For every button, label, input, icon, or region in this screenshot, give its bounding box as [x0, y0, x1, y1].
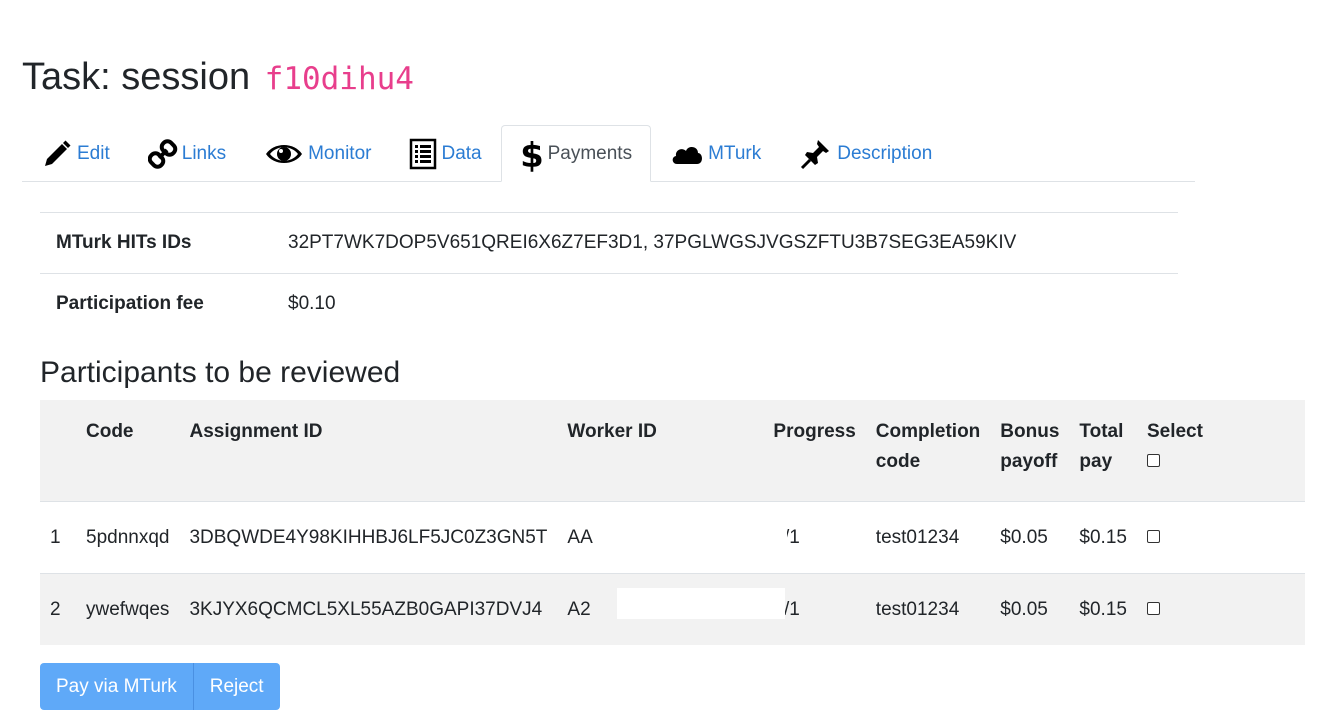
col-progress: Progress [763, 400, 866, 502]
tab-mturk[interactable]: MTurk [651, 125, 780, 181]
participant-code: ywefwqes [76, 573, 180, 645]
completion-code: test01234 [865, 501, 991, 574]
participant-code: 5pdnnxqd [76, 501, 180, 574]
page-title-text: Task: session [22, 56, 251, 98]
fee-label: Participation fee [40, 273, 272, 334]
bonus-payoff: $0.05 [990, 501, 1070, 574]
col-completion-line1: Completion [875, 421, 981, 442]
row-checkbox[interactable] [1146, 529, 1160, 543]
col-completion-line2: code [875, 451, 921, 472]
tab-edit[interactable]: Edit [22, 125, 129, 181]
list-icon [409, 138, 437, 170]
tab-payments[interactable]: $ Payments [500, 125, 652, 182]
tab-label: Description [837, 142, 933, 164]
assignment-id: 3KJYX6QCMCL5XL55AZB0GAPI37DVJ4 [179, 573, 558, 645]
fee-row: Participation fee $0.10 [40, 273, 1178, 334]
fee-value: $0.10 [272, 273, 1178, 334]
completion-code: test01234 [865, 573, 991, 645]
tab-description[interactable]: Description [780, 125, 951, 181]
page-title: Task: session f10dihu4 [22, 54, 414, 102]
select-all-checkbox[interactable] [1146, 454, 1160, 467]
pushpin-icon [799, 138, 833, 170]
total-pay: $0.15 [1069, 573, 1137, 645]
bonus-payoff: $0.05 [990, 573, 1070, 645]
tab-label: Monitor [308, 142, 372, 164]
col-worker: Worker ID [557, 400, 764, 502]
tab-label: MTurk [708, 142, 762, 164]
pay-via-mturk-button[interactable]: Pay via MTurk [40, 663, 194, 710]
col-assignment: Assignment ID [179, 400, 558, 502]
hits-value: 32PT7WK7DOP5V651QREI6X6Z7EF3D1, 37PGLWGS… [272, 212, 1178, 274]
col-bonus: Bonus payoff [990, 400, 1070, 502]
pencil-icon [41, 138, 73, 170]
link-icon [147, 138, 178, 170]
col-bonus-line1: Bonus [1000, 421, 1060, 442]
row-number: 2 [40, 573, 76, 645]
col-total-line1: Total [1079, 421, 1124, 442]
col-completion: Completion code [865, 400, 991, 502]
hits-row: MTurk HITs IDs 32PT7WK7DOP5V651QREI6X6Z7… [40, 212, 1178, 274]
row-number: 1 [40, 501, 76, 574]
redaction-box [617, 588, 785, 619]
col-bonus-line2: payoff [1000, 451, 1058, 472]
select-cell [1136, 573, 1305, 645]
tab-label: Payments [547, 142, 633, 164]
participants-heading: Participants to be reviewed [40, 356, 401, 389]
col-total-line2: pay [1079, 451, 1113, 472]
assignment-id: 3DBQWDE4Y98KIHHBJ6LF5JC0Z3GN5T [179, 501, 558, 574]
col-number [40, 400, 76, 502]
action-buttons: Pay via MTurk Reject [40, 663, 280, 710]
eye-icon [264, 138, 304, 170]
col-total: Total pay [1069, 400, 1137, 502]
session-tabs: Edit Links Monitor Data $ Payments MTurk [22, 125, 1195, 182]
dollar-icon: $ [520, 136, 544, 172]
table-header: Code Assignment ID Worker ID Progress Co… [40, 400, 1305, 502]
tab-label: Edit [77, 142, 110, 164]
session-code: f10dihu4 [264, 61, 414, 97]
redaction-box [617, 516, 787, 550]
tab-label: Links [181, 142, 227, 164]
col-select-label: Select [1146, 421, 1203, 442]
row-checkbox[interactable] [1146, 601, 1160, 615]
tab-data[interactable]: Data [390, 125, 500, 181]
tab-links[interactable]: Links [129, 125, 245, 181]
hits-label: MTurk HITs IDs [40, 212, 272, 274]
total-pay: $0.15 [1069, 501, 1137, 574]
cloud-icon [670, 138, 704, 170]
col-select: Select [1136, 400, 1305, 502]
col-code: Code [76, 400, 180, 502]
session-info-table: MTurk HITs IDs 32PT7WK7DOP5V651QREI6X6Z7… [40, 212, 1178, 334]
svg-text:$: $ [520, 136, 544, 172]
select-cell [1136, 501, 1305, 574]
tab-monitor[interactable]: Monitor [245, 125, 390, 181]
tab-label: Data [441, 142, 482, 164]
reject-button[interactable]: Reject [193, 663, 280, 710]
